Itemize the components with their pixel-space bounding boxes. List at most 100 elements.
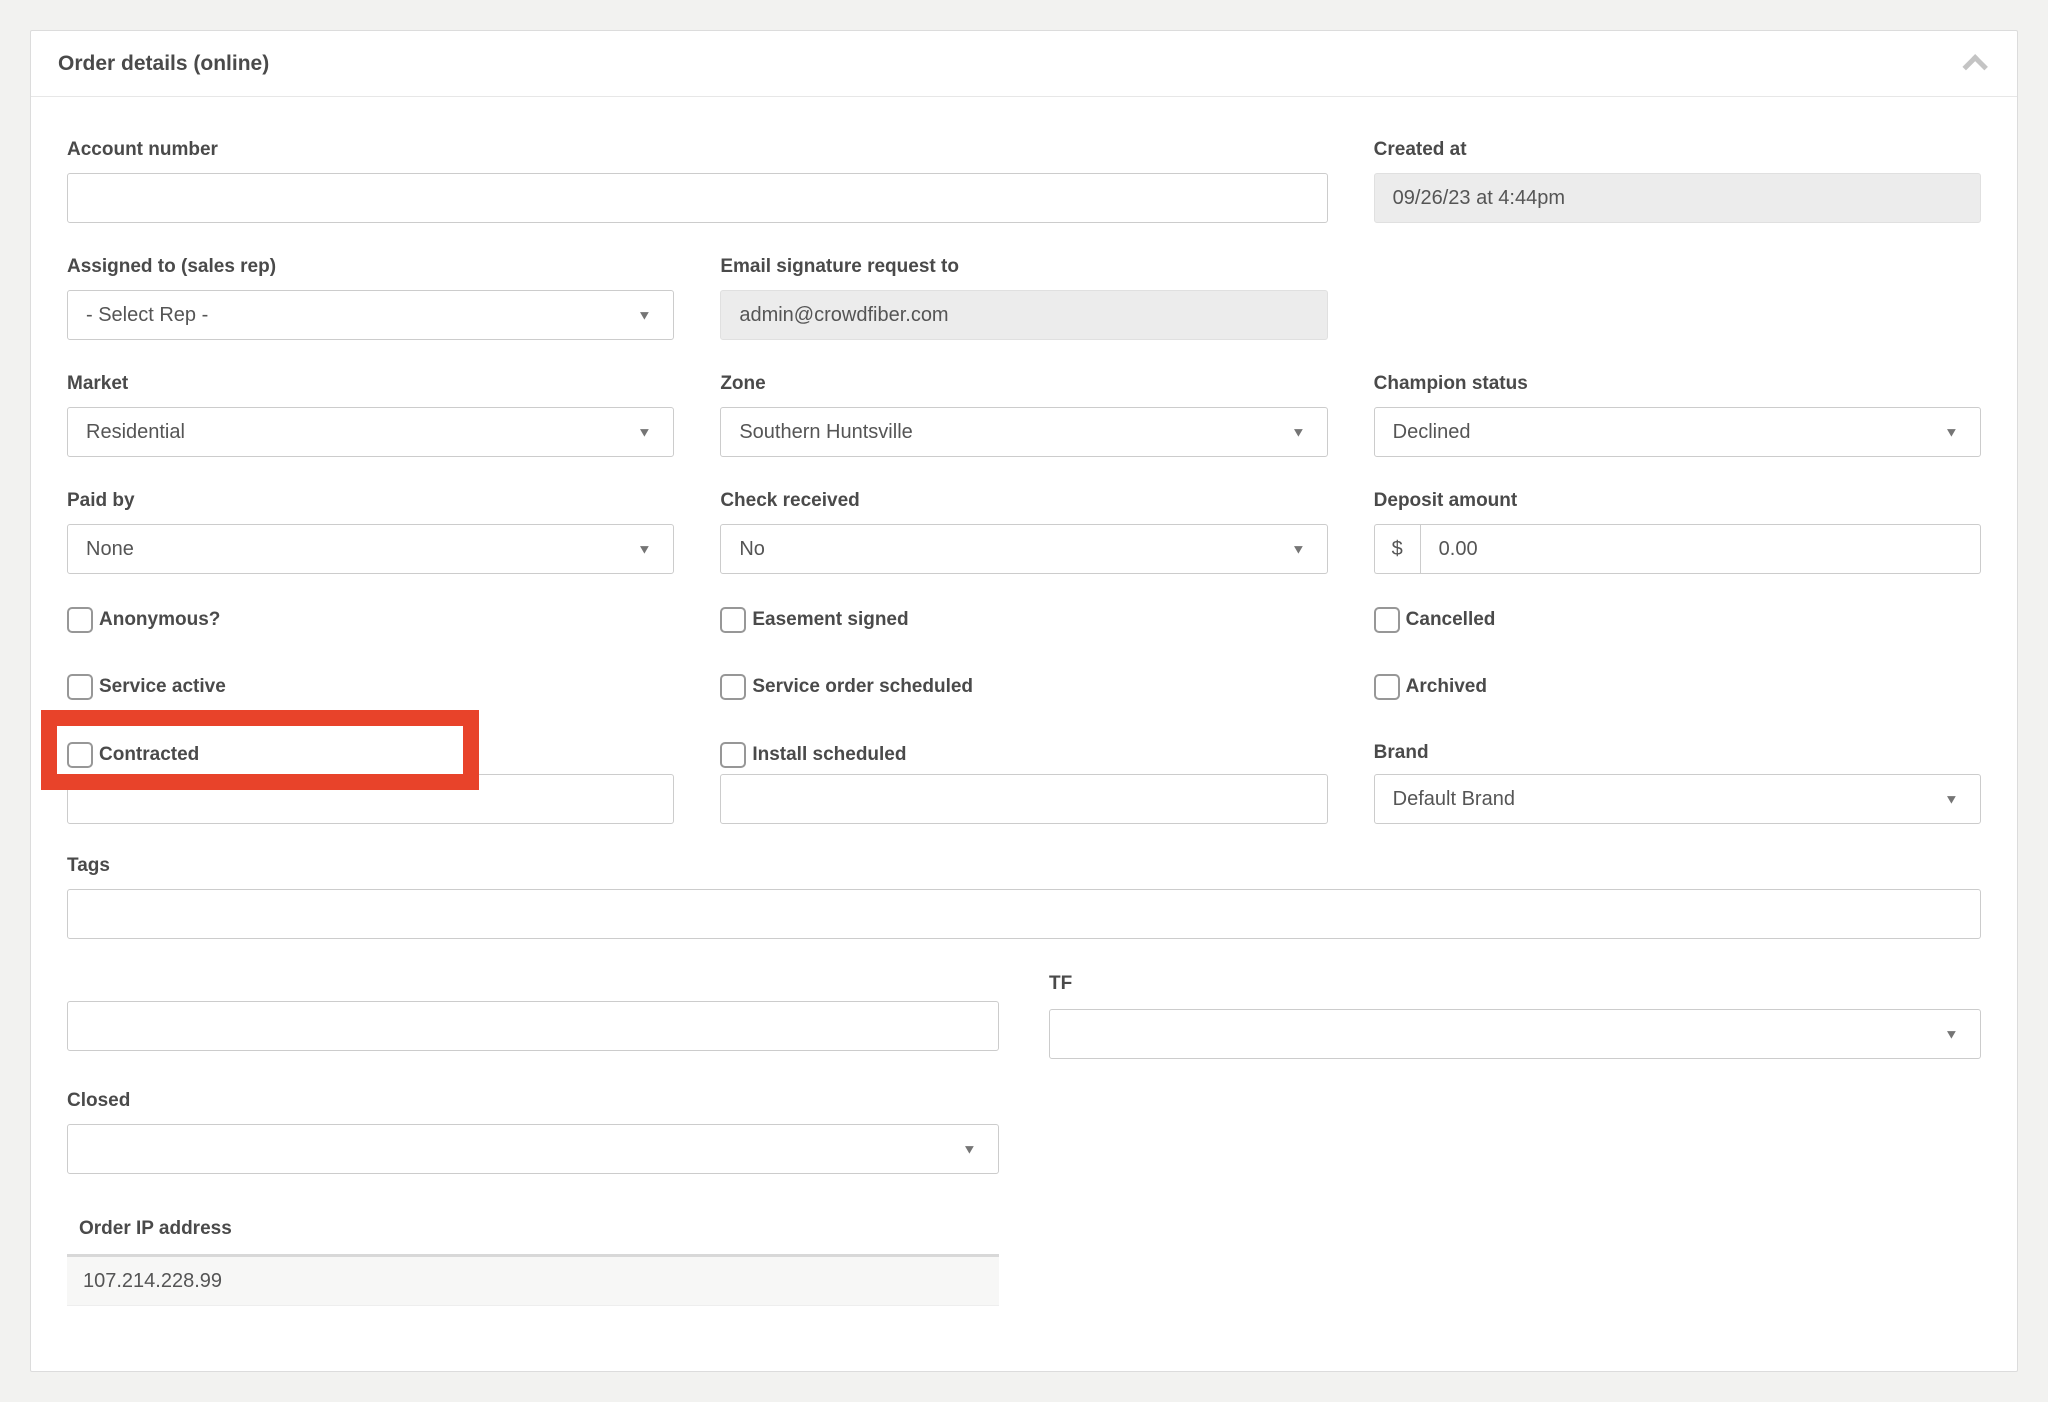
caret-down-icon: ▼ — [962, 1142, 977, 1157]
currency-prefix: $ — [1374, 524, 1420, 574]
service-active-label: Service active — [99, 674, 226, 700]
brand-select[interactable]: Default Brand ▼ — [1374, 774, 1981, 824]
panel-header: Order details (online) — [31, 31, 2017, 97]
order-ip-label: Order IP address — [67, 1218, 999, 1240]
caret-down-icon: ▼ — [1944, 1027, 1959, 1042]
check-received-field: Check received No ▼ — [720, 490, 1327, 574]
install-scheduled-checkbox-row: Install scheduled — [720, 742, 1327, 768]
caret-down-icon: ▼ — [1291, 542, 1306, 557]
cancelled-label: Cancelled — [1406, 607, 1496, 633]
market-select[interactable]: Residential ▼ — [67, 407, 674, 457]
zone-select[interactable]: Southern Huntsville ▼ — [720, 407, 1327, 457]
created-at-label: Created at — [1374, 139, 1981, 161]
closed-field: Closed ▼ — [67, 1090, 999, 1174]
champion-status-field: Champion status Declined ▼ — [1374, 373, 1981, 457]
created-at-field: Created at — [1374, 139, 1981, 223]
row-contracted-install-brand: Contracted Install scheduled Brand Defau… — [67, 742, 1981, 824]
champion-status-value: Declined — [1393, 421, 1471, 444]
email-signature-input — [720, 290, 1327, 340]
tf-label: TF — [1049, 973, 1981, 995]
service-order-scheduled-checkbox-row: Service order scheduled — [720, 674, 1327, 700]
tf-select[interactable]: ▼ — [1049, 1009, 1981, 1059]
service-order-scheduled-checkbox[interactable] — [720, 674, 746, 700]
market-label: Market — [67, 373, 674, 395]
order-details-panel: Order details (online) Account number Cr… — [30, 30, 2018, 1372]
deposit-amount-label: Deposit amount — [1374, 490, 1981, 512]
cancelled-checkbox[interactable] — [1374, 607, 1400, 633]
account-number-label: Account number — [67, 139, 1328, 161]
market-field: Market Residential ▼ — [67, 373, 674, 457]
row-closed: Closed ▼ — [67, 1090, 1981, 1174]
row-checkboxes-1: Anonymous? Easement signed Cancelled — [67, 607, 1981, 633]
chevron-up-icon[interactable] — [1962, 54, 1987, 79]
brand-field: Brand Default Brand ▼ — [1374, 742, 1981, 824]
archived-label: Archived — [1406, 674, 1487, 700]
paid-by-value: None — [86, 538, 134, 561]
anonymous-checkbox[interactable] — [67, 607, 93, 633]
unlabeled-field — [67, 973, 999, 1059]
panel-title: Order details (online) — [58, 52, 269, 76]
contracted-label: Contracted — [99, 742, 199, 768]
install-date-input[interactable] — [720, 774, 1327, 824]
anonymous-label: Anonymous? — [99, 607, 220, 633]
install-scheduled-label: Install scheduled — [752, 742, 906, 768]
easement-signed-checkbox[interactable] — [720, 607, 746, 633]
service-active-checkbox[interactable] — [67, 674, 93, 700]
row-paid-check-deposit: Paid by None ▼ Check received No ▼ Depos… — [67, 490, 1981, 574]
order-ip-field: Order IP address 107.214.228.99 — [67, 1218, 999, 1306]
paid-by-label: Paid by — [67, 490, 674, 512]
deposit-amount-input[interactable] — [1420, 524, 1981, 574]
email-signature-label: Email signature request to — [720, 256, 1327, 278]
row-assigned-email: Assigned to (sales rep) - Select Rep - ▼… — [67, 256, 1981, 340]
paid-by-field: Paid by None ▼ — [67, 490, 674, 574]
zone-label: Zone — [720, 373, 1327, 395]
unlabeled-input[interactable] — [67, 1001, 999, 1051]
contracted-date-input[interactable] — [67, 774, 674, 824]
champion-status-select[interactable]: Declined ▼ — [1374, 407, 1981, 457]
assigned-to-value: - Select Rep - — [86, 304, 208, 327]
caret-down-icon: ▼ — [1291, 425, 1306, 440]
caret-down-icon: ▼ — [637, 425, 652, 440]
closed-select[interactable]: ▼ — [67, 1124, 999, 1174]
contracted-field: Contracted — [67, 742, 674, 824]
zone-field: Zone Southern Huntsville ▼ — [720, 373, 1327, 457]
service-order-scheduled-label: Service order scheduled — [752, 674, 973, 700]
check-received-value: No — [739, 538, 765, 561]
assigned-to-label: Assigned to (sales rep) — [67, 256, 674, 278]
created-at-input — [1374, 173, 1981, 223]
paid-by-select[interactable]: None ▼ — [67, 524, 674, 574]
archived-checkbox[interactable] — [1374, 674, 1400, 700]
zone-value: Southern Huntsville — [739, 421, 912, 444]
install-scheduled-checkbox[interactable] — [720, 742, 746, 768]
account-number-input[interactable] — [67, 173, 1328, 223]
tags-label: Tags — [67, 855, 1981, 877]
check-received-select[interactable]: No ▼ — [720, 524, 1327, 574]
install-scheduled-field: Install scheduled — [720, 742, 1327, 824]
caret-down-icon: ▼ — [1944, 792, 1959, 807]
archived-checkbox-row: Archived — [1374, 674, 1981, 700]
cancelled-checkbox-row: Cancelled — [1374, 607, 1981, 633]
assigned-to-select[interactable]: - Select Rep - ▼ — [67, 290, 674, 340]
tags-field: Tags — [67, 855, 1981, 939]
service-active-checkbox-row: Service active — [67, 674, 674, 700]
row-account-created: Account number Created at — [67, 139, 1981, 223]
closed-label: Closed — [67, 1090, 999, 1112]
tags-input[interactable] — [67, 889, 1981, 939]
market-value: Residential — [86, 421, 185, 444]
easement-signed-checkbox-row: Easement signed — [720, 607, 1327, 633]
panel-body: Account number Created at Assigned to (s… — [31, 97, 2017, 1372]
email-signature-field: Email signature request to — [720, 256, 1327, 340]
deposit-amount-field: Deposit amount $ — [1374, 490, 1981, 574]
brand-label: Brand — [1374, 742, 1981, 764]
contracted-checkbox[interactable] — [67, 742, 93, 768]
assigned-to-field: Assigned to (sales rep) - Select Rep - ▼ — [67, 256, 674, 340]
anonymous-checkbox-row: Anonymous? — [67, 607, 674, 633]
row-order-ip: Order IP address 107.214.228.99 — [67, 1218, 1981, 1306]
row-checkboxes-2: Service active Service order scheduled A… — [67, 674, 1981, 700]
check-received-label: Check received — [720, 490, 1327, 512]
order-ip-value: 107.214.228.99 — [67, 1254, 999, 1306]
easement-signed-label: Easement signed — [752, 607, 908, 633]
contracted-checkbox-row: Contracted — [67, 742, 674, 768]
row-tf: TF ▼ — [67, 973, 1981, 1059]
caret-down-icon: ▼ — [637, 308, 652, 323]
